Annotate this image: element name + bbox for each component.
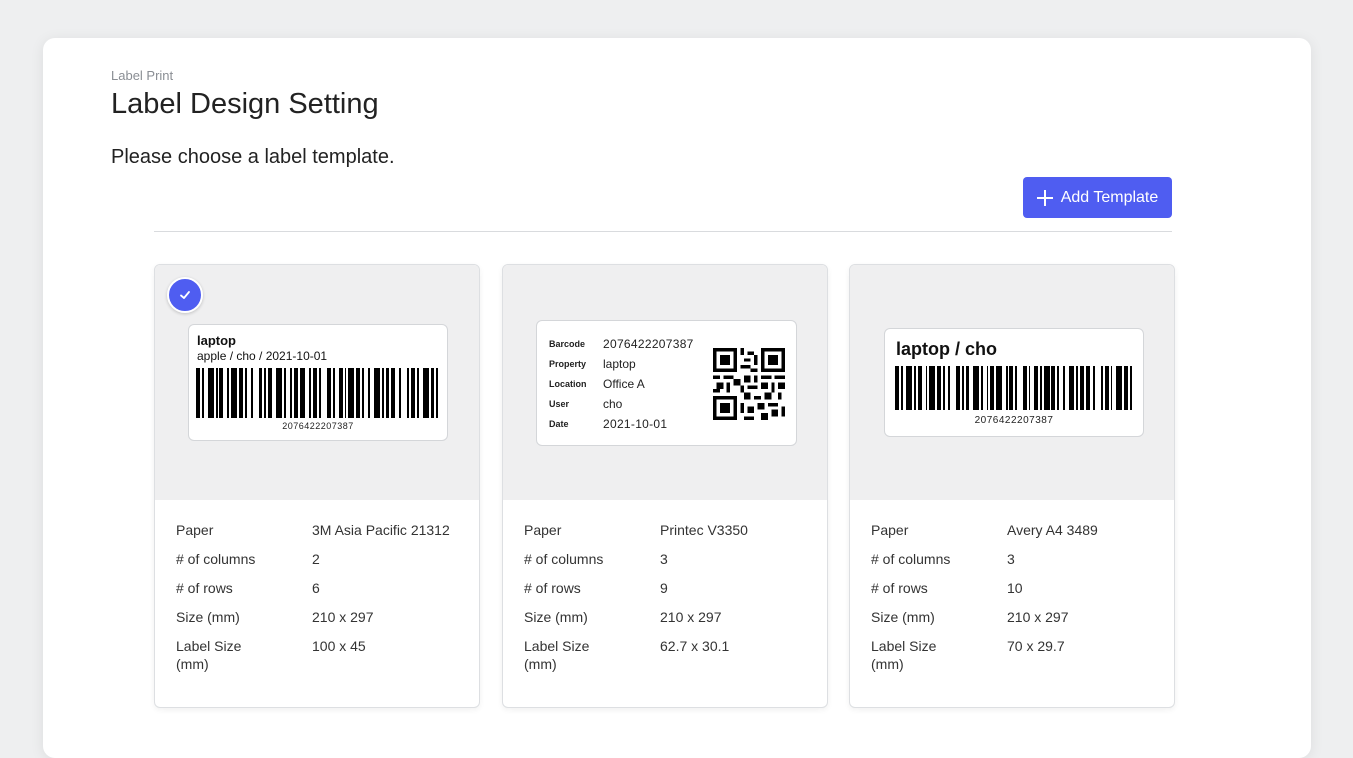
spec-value: 9: [660, 580, 668, 596]
field-value: laptop: [603, 357, 636, 371]
spec-key: Label Size (mm): [871, 638, 937, 672]
spec-row: # of rows 10: [871, 579, 1161, 597]
spec-key: # of rows: [524, 580, 581, 596]
label-preview: laptop apple / cho / 2021-10-01 20764222…: [155, 265, 479, 500]
spec-key: Label Size (mm): [524, 638, 590, 672]
field-value: Office A: [603, 377, 645, 391]
field-key: Location: [549, 379, 587, 389]
label-subtitle: apple / cho / 2021-10-01: [197, 349, 328, 363]
template-specs: Paper Avery A4 3489 # of columns 3 # of ro…: [871, 521, 1161, 684]
spec-value: 2: [312, 551, 320, 567]
spec-value: 3M Asia Pacific 21312: [312, 522, 450, 538]
barcode-number: 2076422207387: [974, 415, 1054, 426]
spec-key: Size (mm): [176, 609, 240, 625]
spec-key: Paper: [524, 522, 562, 538]
divider: [154, 231, 1172, 232]
spec-row: Paper 3M Asia Pacific 21312: [176, 521, 466, 539]
spec-value: 210 x 297: [660, 609, 722, 625]
spec-row: Paper Avery A4 3489: [871, 521, 1161, 539]
spec-key: # of columns: [176, 551, 256, 567]
field-key: User: [549, 399, 570, 409]
template-card-1[interactable]: laptop apple / cho / 2021-10-01 20764222…: [154, 264, 480, 708]
spec-key: # of rows: [176, 580, 233, 596]
field-key: Date: [549, 419, 569, 429]
spec-value: 70 x 29.7: [1007, 638, 1065, 654]
add-template-label: Add Template: [1060, 188, 1159, 206]
spec-row: # of rows 6: [176, 579, 466, 597]
spec-key: # of columns: [524, 551, 604, 567]
page-subtitle: Please choose a label template.: [111, 146, 395, 168]
spec-row: Label Size (mm) 62.7 x 30.1: [524, 637, 814, 673]
barcode-bar: [1132, 366, 1134, 410]
field-key: Property: [549, 359, 587, 369]
barcode-image: [895, 366, 1134, 410]
field-row: Barcode 2076422207387: [549, 334, 694, 354]
field-key: Barcode: [549, 339, 586, 349]
spec-value: 10: [1007, 580, 1023, 596]
spec-value: 210 x 297: [312, 609, 374, 625]
template-specs: Paper Printec V3350 # of columns 3 # of ro…: [524, 521, 814, 684]
spec-row: Label Size (mm) 70 x 29.7: [871, 637, 1161, 673]
plus-icon: [1036, 189, 1053, 206]
barcode-bar: [438, 368, 440, 418]
spec-row: # of columns 3: [524, 550, 814, 568]
label-title: laptop: [197, 333, 236, 348]
field-value: 2076422207387: [603, 337, 694, 351]
field-row: Date 2021-10-01: [549, 414, 694, 434]
label-title: laptop / cho: [896, 339, 997, 359]
spec-key: Paper: [176, 522, 214, 538]
label-preview: Barcode 2076422207387 Property laptop Lo…: [503, 265, 827, 500]
spec-value: Avery A4 3489: [1007, 522, 1098, 538]
spec-value: 3: [1007, 551, 1015, 567]
field-row: Property laptop: [549, 354, 694, 374]
barcode-number: 2076422207387: [282, 421, 354, 431]
spec-row: # of columns 2: [176, 550, 466, 568]
label-sample: laptop apple / cho / 2021-10-01 20764222…: [188, 324, 448, 441]
label-preview: laptop / cho 2076422207387: [850, 265, 1174, 500]
label-sample: Barcode 2076422207387 Property laptop Lo…: [536, 320, 797, 446]
label-fields: Barcode 2076422207387 Property laptop Lo…: [549, 334, 694, 434]
spec-value: 100 x 45: [312, 638, 366, 654]
page-title: Label Design Setting: [111, 88, 379, 120]
spec-key: Label Size (mm): [176, 638, 242, 672]
spec-key: Size (mm): [871, 609, 935, 625]
field-value: cho: [603, 397, 623, 411]
spec-row: # of columns 3: [871, 550, 1161, 568]
spec-value: Printec V3350: [660, 522, 748, 538]
spec-row: Label Size (mm) 100 x 45: [176, 637, 466, 673]
spec-key: Paper: [871, 522, 909, 538]
barcode-image: [196, 368, 441, 418]
spec-value: 210 x 297: [1007, 609, 1069, 625]
field-row: Location Office A: [549, 374, 694, 394]
spec-value: 3: [660, 551, 668, 567]
breadcrumb: Label Print: [111, 68, 174, 83]
spec-row: Size (mm) 210 x 297: [176, 608, 466, 626]
field-row: User cho: [549, 394, 694, 414]
spec-row: # of rows 9: [524, 579, 814, 597]
template-specs: Paper 3M Asia Pacific 21312 # of columns 2…: [176, 521, 466, 684]
spec-row: Size (mm) 210 x 297: [871, 608, 1161, 626]
spec-row: Size (mm) 210 x 297: [524, 608, 814, 626]
spec-row: Paper Printec V3350: [524, 521, 814, 539]
template-card-3[interactable]: laptop / cho 2076422207387 Paper Avery A4…: [849, 264, 1175, 708]
add-template-button[interactable]: Add Template: [1023, 177, 1172, 218]
spec-key: Size (mm): [524, 609, 588, 625]
spec-value: 6: [312, 580, 320, 596]
qr-code-image: [713, 348, 785, 420]
selected-check-icon[interactable]: [167, 277, 203, 313]
spec-key: # of rows: [871, 580, 928, 596]
spec-key: # of columns: [871, 551, 951, 567]
field-value: 2021-10-01: [603, 417, 668, 431]
label-sample: laptop / cho 2076422207387: [884, 328, 1144, 437]
template-card-2[interactable]: Barcode 2076422207387 Property laptop Lo…: [502, 264, 828, 708]
spec-value: 62.7 x 30.1: [660, 638, 730, 654]
